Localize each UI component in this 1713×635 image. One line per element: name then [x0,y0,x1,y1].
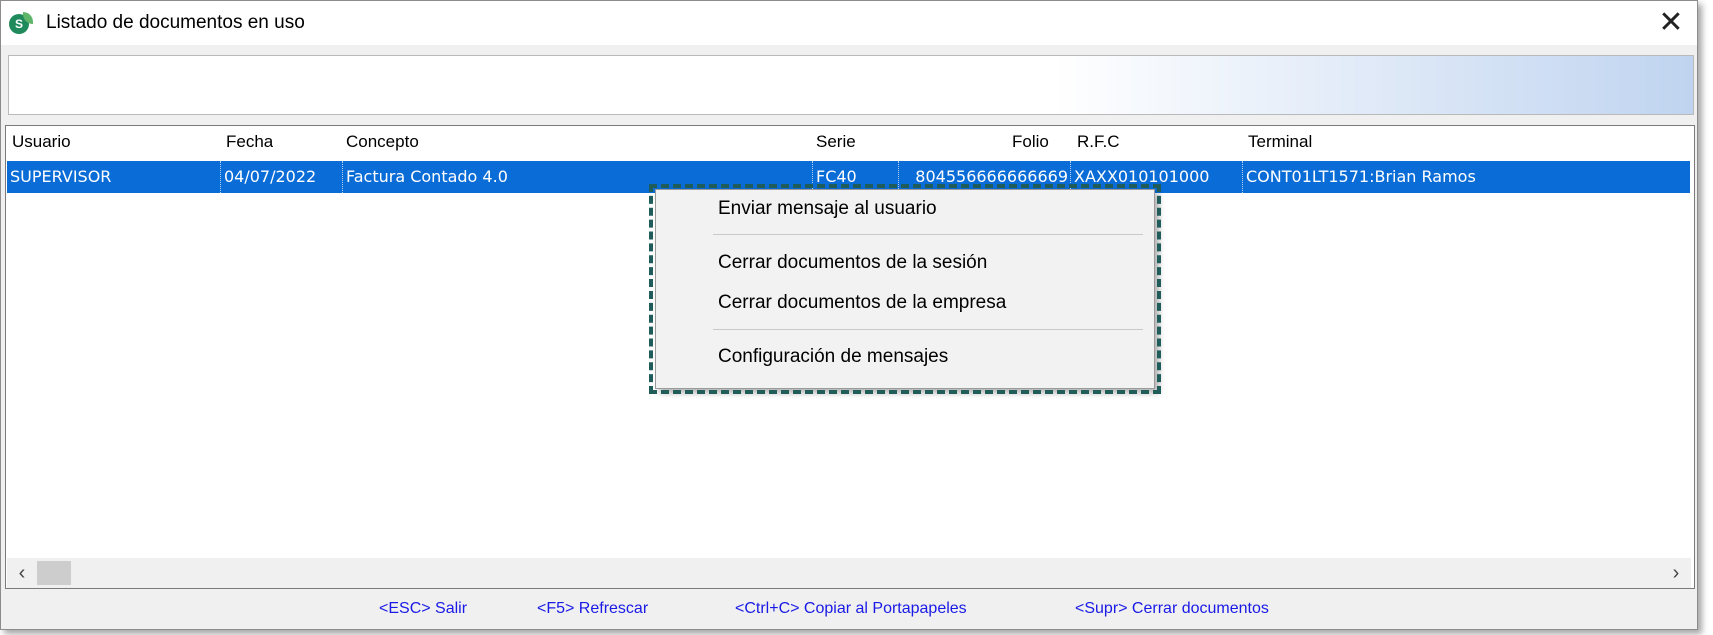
close-documents-link[interactable]: <Supr> Cerrar documentos [1075,600,1269,618]
column-header-fecha[interactable]: Fecha [226,132,273,152]
column-header-serie[interactable]: Serie [816,132,856,152]
grid-header: Usuario Fecha Concepto Serie Folio R.F.C… [6,126,1694,159]
menu-separator [713,329,1143,330]
app-icon-letter: S [14,17,23,31]
scroll-left-icon[interactable]: ‹ [11,558,33,588]
menu-separator [713,234,1143,235]
column-header-terminal[interactable]: Terminal [1248,132,1312,152]
leaf-icon [23,12,33,24]
copy-clipboard-link[interactable]: <Ctrl+C> Copiar al Portapapeles [735,600,967,618]
title-bar: S Listado de documentos en uso ✕ [1,1,1697,45]
esc-exit-link[interactable]: <ESC> Salir [379,600,467,618]
cell-fecha: 04/07/2022 [221,161,343,193]
cell-usuario: SUPERVISOR [7,161,221,193]
column-header-concepto[interactable]: Concepto [346,132,419,152]
cell-terminal: CONT01LT1571:Brian Ramos [1246,167,1476,186]
header-banner [8,55,1694,115]
app-icon: S [9,12,33,34]
f5-refresh-link[interactable]: <F5> Refrescar [537,600,648,618]
window-title: Listado de documentos en uso [46,12,305,33]
scroll-thumb[interactable] [37,561,71,585]
column-header-folio[interactable]: Folio [1012,132,1049,152]
menu-item-send-message[interactable]: Enviar mensaje al usuario [656,192,1154,226]
column-header-rfc[interactable]: R.F.C [1077,132,1120,152]
scroll-right-icon[interactable]: › [1665,558,1687,588]
column-header-usuario[interactable]: Usuario [12,132,71,152]
menu-item-message-settings[interactable]: Configuración de mensajes [656,340,1154,374]
hotkey-bar: <ESC> Salir <F5> Refrescar <Ctrl+C> Copi… [1,591,1697,627]
horizontal-scrollbar[interactable]: ‹ › [7,558,1691,588]
menu-item-close-company-docs[interactable]: Cerrar documentos de la empresa [656,286,1154,320]
close-icon[interactable]: ✕ [1651,3,1691,43]
context-menu: Enviar mensaje al usuario Cerrar documen… [655,189,1155,389]
menu-item-close-session-docs[interactable]: Cerrar documentos de la sesión [656,246,1154,280]
